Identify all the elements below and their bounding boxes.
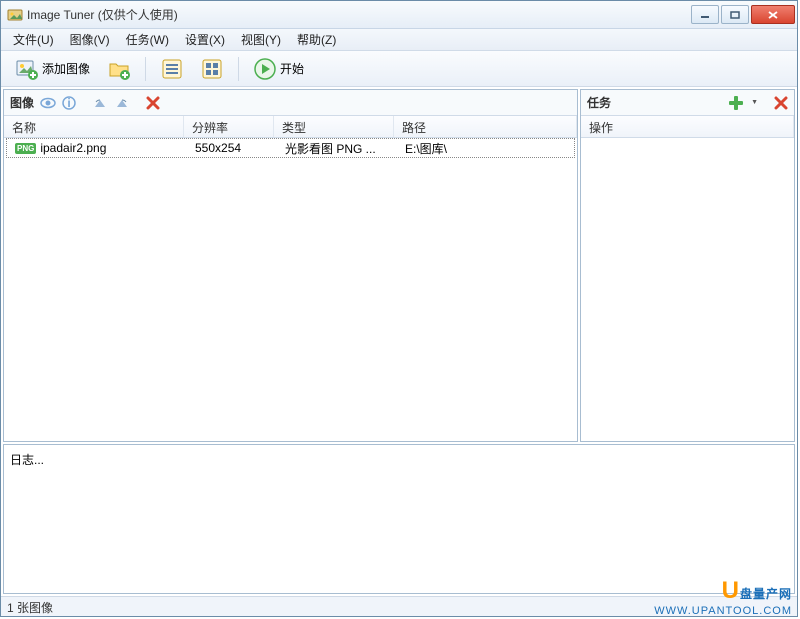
start-button[interactable]: 开始: [247, 55, 311, 83]
log-pane[interactable]: 日志...: [3, 444, 795, 594]
titlebar[interactable]: Image Tuner (仅供个人使用): [1, 1, 797, 29]
menubar: 文件(U) 图像(V) 任务(W) 设置(X) 视图(Y) 帮助(Z): [1, 29, 797, 51]
tasks-pane-header: 任务 ▼: [581, 90, 794, 116]
add-task-dropdown-icon[interactable]: ▼: [751, 99, 758, 106]
svg-text:i: i: [67, 96, 70, 110]
log-label: 日志...: [10, 453, 44, 467]
png-badge-icon: PNG: [15, 143, 36, 154]
list-view-icon: [161, 58, 183, 80]
rotate-left-icon[interactable]: [92, 96, 108, 110]
toolbar-separator: [145, 57, 146, 81]
view-list-button[interactable]: [154, 55, 190, 83]
start-label: 开始: [280, 60, 304, 77]
add-folder-button[interactable]: [101, 55, 137, 83]
app-icon: [7, 7, 23, 23]
folder-add-icon: [108, 58, 130, 80]
maximize-button[interactable]: [721, 5, 749, 24]
col-type[interactable]: 类型: [274, 116, 394, 137]
add-image-label: 添加图像: [42, 60, 90, 77]
tasks-list[interactable]: [581, 138, 794, 441]
menu-view[interactable]: 视图(Y): [233, 29, 289, 50]
cell-path: E:\图库\: [397, 138, 574, 159]
window-title: Image Tuner (仅供个人使用): [27, 6, 689, 23]
statusbar: 1 张图像: [1, 596, 797, 616]
toolbar: 添加图像 开始: [1, 51, 797, 87]
play-icon: [254, 58, 276, 80]
add-task-button[interactable]: [728, 95, 744, 111]
image-add-icon: [16, 58, 38, 80]
images-pane: 图像 i 名称 分辨率 类型 路径: [3, 89, 578, 442]
info-icon[interactable]: i: [62, 96, 76, 110]
col-operation[interactable]: 操作: [581, 116, 794, 137]
grid-view-icon: [201, 58, 223, 80]
delete-image-icon[interactable]: [146, 96, 160, 110]
menu-image[interactable]: 图像(V): [62, 29, 118, 50]
toolbar-separator: [238, 57, 239, 81]
content-area: 图像 i 名称 分辨率 类型 路径: [1, 87, 797, 596]
close-button[interactable]: [751, 5, 795, 24]
images-pane-header: 图像 i: [4, 90, 577, 116]
delete-task-icon[interactable]: [774, 96, 788, 110]
cell-resolution: 550x254: [187, 139, 277, 157]
tasks-pane: 任务 ▼ 操作: [580, 89, 795, 442]
table-row[interactable]: PNG ipadair2.png 550x254 光影看图 PNG ... E:…: [6, 138, 575, 158]
add-image-button[interactable]: 添加图像: [9, 55, 97, 83]
col-name[interactable]: 名称: [4, 116, 184, 137]
rotate-right-icon[interactable]: [114, 96, 130, 110]
cell-filename: ipadair2.png: [40, 141, 106, 155]
col-path[interactable]: 路径: [394, 116, 577, 137]
status-text: 1 张图像: [7, 601, 53, 615]
images-list[interactable]: PNG ipadair2.png 550x254 光影看图 PNG ... E:…: [4, 138, 577, 441]
menu-task[interactable]: 任务(W): [118, 29, 177, 50]
cell-type: 光影看图 PNG ...: [277, 138, 397, 159]
preview-icon[interactable]: [40, 96, 56, 110]
menu-help[interactable]: 帮助(Z): [289, 29, 344, 50]
menu-file[interactable]: 文件(U): [5, 29, 62, 50]
minimize-button[interactable]: [691, 5, 719, 24]
app-window: Image Tuner (仅供个人使用) 文件(U) 图像(V) 任务(W) 设…: [0, 0, 798, 617]
view-grid-button[interactable]: [194, 55, 230, 83]
menu-settings[interactable]: 设置(X): [177, 29, 233, 50]
images-columns: 名称 分辨率 类型 路径: [4, 116, 577, 138]
tasks-columns: 操作: [581, 116, 794, 138]
tasks-pane-title: 任务: [587, 94, 611, 111]
images-pane-title: 图像: [10, 94, 34, 111]
col-resolution[interactable]: 分辨率: [184, 116, 274, 137]
